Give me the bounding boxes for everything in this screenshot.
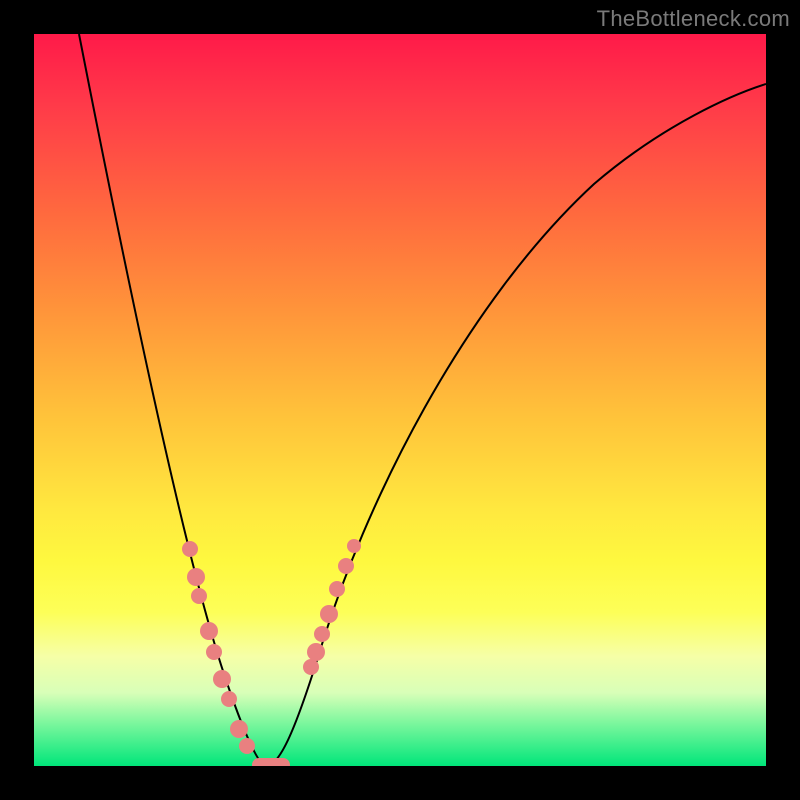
bottom-pill-marker: [252, 758, 290, 766]
data-marker: [303, 659, 319, 675]
data-marker: [239, 738, 255, 754]
data-marker: [320, 605, 338, 623]
plot-area: [34, 34, 766, 766]
data-marker: [182, 541, 198, 557]
watermark-text: TheBottleneck.com: [597, 6, 790, 32]
data-marker: [338, 558, 354, 574]
data-marker: [230, 720, 248, 738]
data-marker: [307, 643, 325, 661]
markers-left-group: [182, 541, 255, 754]
left-curve: [79, 34, 266, 766]
data-marker: [200, 622, 218, 640]
data-marker: [329, 581, 345, 597]
data-marker: [187, 568, 205, 586]
data-marker: [347, 539, 361, 553]
data-marker: [221, 691, 237, 707]
outer-frame: TheBottleneck.com: [0, 0, 800, 800]
data-marker: [314, 626, 330, 642]
right-curve: [266, 84, 766, 766]
data-marker: [206, 644, 222, 660]
data-marker: [191, 588, 207, 604]
chart-svg: [34, 34, 766, 766]
data-marker: [213, 670, 231, 688]
